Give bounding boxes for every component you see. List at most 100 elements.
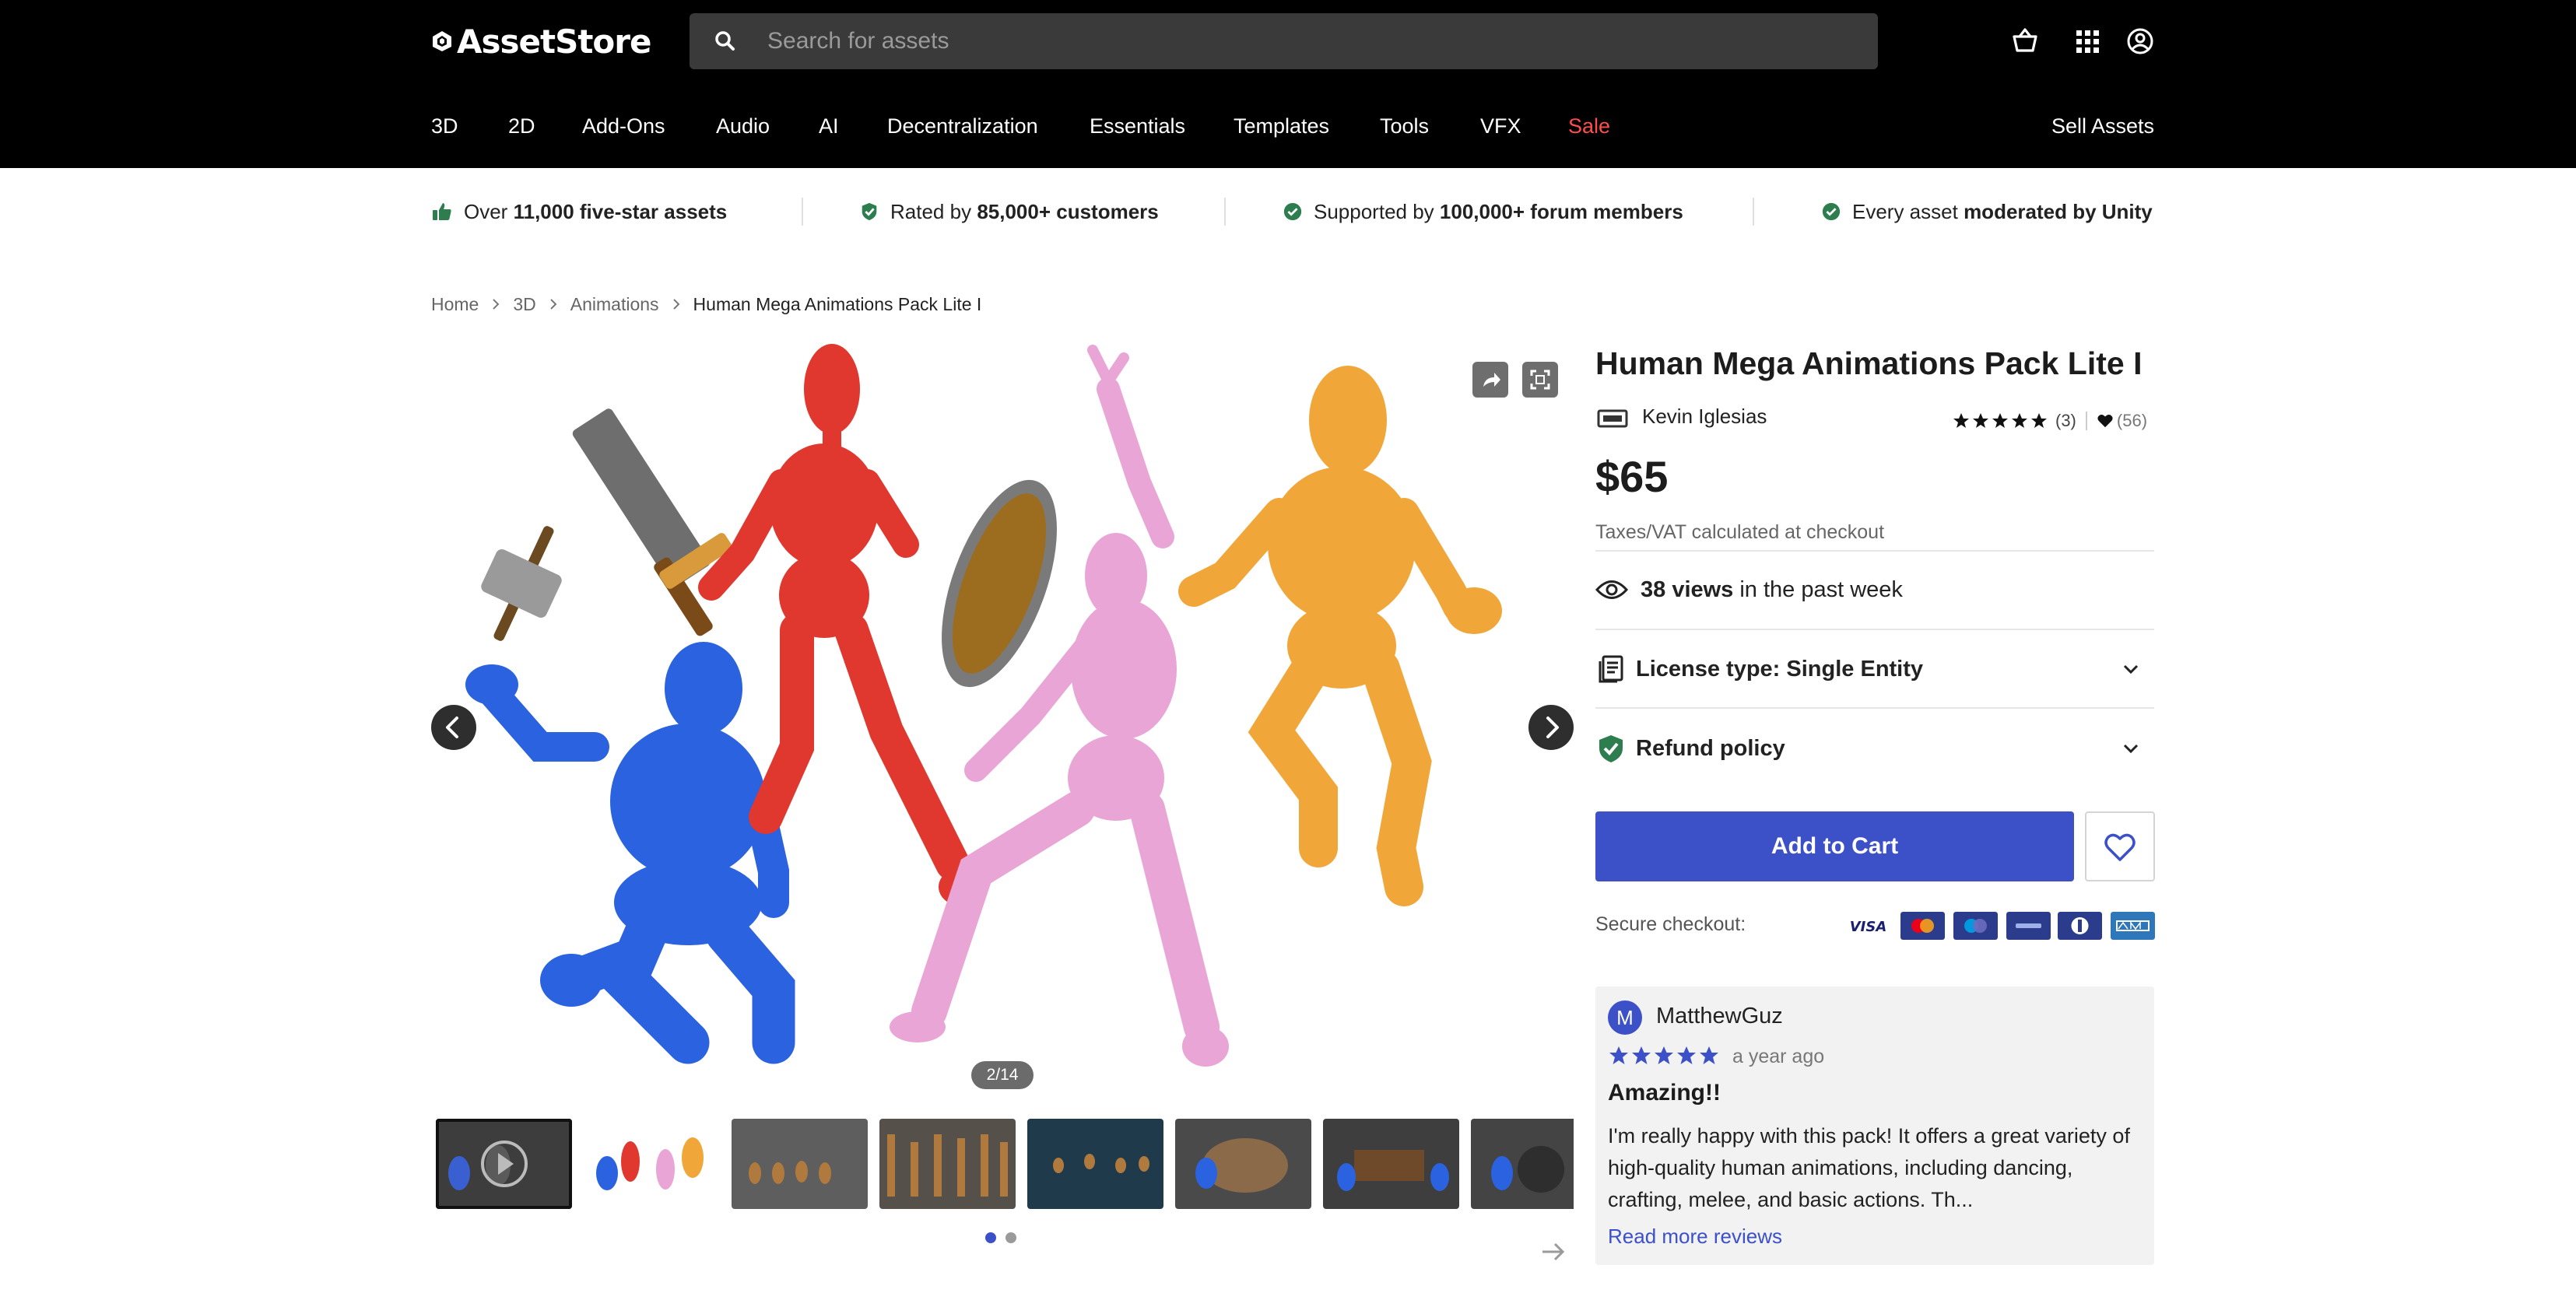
- fullscreen-icon: [1530, 370, 1550, 390]
- paypal-icon: [2006, 912, 2051, 940]
- thumbnail-image: [879, 1119, 1016, 1209]
- trust-bold: 85,000+ customers: [977, 199, 1159, 223]
- thumbnail-image: [1175, 1119, 1311, 1209]
- chevron-right-icon: [493, 299, 500, 310]
- chevron-down-icon: [2123, 664, 2139, 675]
- thumbnail-video[interactable]: [436, 1119, 572, 1209]
- thumbnail-image: [1323, 1119, 1459, 1209]
- thumbnail-image: [1471, 1119, 1574, 1209]
- thumbnail-6[interactable]: [1175, 1119, 1311, 1209]
- nav-vfx[interactable]: VFX: [1480, 109, 1521, 143]
- breadcrumb-3d[interactable]: 3D: [513, 294, 535, 315]
- share-icon: [1483, 373, 1500, 387]
- nav-sale[interactable]: Sale: [1568, 109, 1610, 143]
- license-label: License type: Single Entity: [1636, 656, 1924, 682]
- product-title: Human Mega Animations Pack Lite I: [1595, 345, 2143, 381]
- search-icon: [715, 31, 735, 51]
- thumbnail-pagination: [985, 1232, 1016, 1243]
- secure-checkout-label: Secure checkout:: [1595, 913, 1746, 935]
- nav-templates[interactable]: Templates: [1234, 109, 1329, 143]
- reviewer-avatar: M: [1608, 1000, 1642, 1035]
- review-rating: [1608, 1044, 1721, 1067]
- breadcrumb: Home 3D Animations Human Mega Animations…: [431, 291, 981, 317]
- thumbnail-2[interactable]: [584, 1119, 720, 1209]
- price: $65: [1595, 452, 1669, 501]
- refund-policy-accordion[interactable]: Refund policy: [1595, 725, 2154, 772]
- sell-assets-link[interactable]: Sell Assets: [2051, 109, 2154, 143]
- add-to-cart-button[interactable]: Add to Cart: [1595, 811, 2074, 881]
- favorites-count: (56): [2116, 411, 2148, 430]
- star-rating-icon: [1953, 413, 2047, 428]
- thumbnail-4[interactable]: [879, 1119, 1016, 1209]
- asset-store-logo[interactable]: AssetStore: [430, 20, 651, 62]
- trust-prefix: Every asset: [1852, 199, 1958, 223]
- svg-text:VISA: VISA: [1850, 919, 1887, 935]
- trust-item-customers: Rated by 85,000+ customers: [859, 198, 1159, 226]
- arrow-right-icon[interactable]: [1539, 1240, 1567, 1263]
- trust-prefix: Supported by: [1314, 199, 1434, 223]
- share-button[interactable]: [1472, 362, 1508, 398]
- check-circle-icon: [1283, 202, 1302, 221]
- trust-prefix: Over: [464, 199, 508, 223]
- nav-tools[interactable]: Tools: [1380, 109, 1429, 143]
- account-icon[interactable]: [2125, 26, 2156, 57]
- wishlist-button[interactable]: [2085, 811, 2155, 881]
- search-input[interactable]: [767, 13, 1857, 69]
- maestro-icon: [1953, 912, 1998, 940]
- diners-club-icon: [2058, 912, 2102, 940]
- thumbnail-image: [1027, 1119, 1163, 1209]
- chevron-right-icon: [550, 299, 557, 310]
- cart-icon[interactable]: [2009, 26, 2041, 57]
- fullscreen-button[interactable]: [1522, 362, 1558, 398]
- publisher-logo-icon[interactable]: [1597, 406, 1628, 429]
- check-circle-icon: [1822, 202, 1841, 221]
- thumbnail-5[interactable]: [1027, 1119, 1163, 1209]
- breadcrumb-home[interactable]: Home: [431, 294, 479, 315]
- check-shield-icon: [1599, 735, 1623, 762]
- review-card: M MatthewGuz a year ago Amazing!! I'm re…: [1595, 986, 2154, 1265]
- previous-image-button[interactable]: [431, 705, 476, 750]
- visa-icon: VISA: [1846, 912, 1890, 940]
- nav-3d[interactable]: 3D: [431, 109, 458, 143]
- nav-decentralization[interactable]: Decentralization: [887, 109, 1038, 143]
- trust-item-five-star: Over 11,000 five-star assets: [431, 198, 727, 226]
- nav-essentials[interactable]: Essentials: [1090, 109, 1185, 143]
- nav-audio[interactable]: Audio: [716, 109, 770, 143]
- rating-summary[interactable]: (3) (56): [1952, 409, 2147, 433]
- nav-add-ons[interactable]: Add-Ons: [582, 109, 665, 143]
- views-count: 38 views: [1641, 576, 1734, 602]
- category-nav: 3D 2D Add-Ons Audio AI Decentralization …: [0, 109, 2576, 143]
- divider: [1595, 550, 2154, 552]
- thumbnail-3[interactable]: [732, 1119, 868, 1209]
- publisher-name[interactable]: Kevin Iglesias: [1642, 405, 1767, 429]
- read-more-reviews-link[interactable]: Read more reviews: [1608, 1225, 1782, 1249]
- video-thumbnail-image: [436, 1119, 572, 1209]
- trust-bold: moderated by Unity: [1964, 199, 2153, 223]
- top-header: AssetStore 3D 2D Add-Ons Audio AI Decent…: [0, 0, 2576, 168]
- page-dot-active[interactable]: [985, 1232, 996, 1243]
- divider: [1753, 198, 1754, 226]
- trust-item-moderated: Every asset moderated by Unity: [1821, 198, 2153, 226]
- review-title: Amazing!!: [1608, 1080, 1721, 1106]
- trust-prefix: Rated by: [890, 199, 972, 223]
- thumbnail-8[interactable]: [1471, 1119, 1574, 1209]
- apps-grid-icon[interactable]: [2072, 26, 2103, 57]
- star-rating-icon: [1609, 1046, 1718, 1064]
- orange-mannequin: [1178, 366, 1502, 906]
- search-bar[interactable]: [690, 13, 1878, 69]
- trust-bold: 100,000+ forum members: [1439, 199, 1683, 223]
- trust-bar: Over 11,000 five-star assets Rated by 85…: [0, 168, 2576, 254]
- next-image-button[interactable]: [1528, 705, 1574, 750]
- chevron-right-icon: [1546, 717, 1559, 738]
- divider: [2085, 412, 2087, 430]
- license-type-accordion[interactable]: License type: Single Entity: [1595, 646, 2154, 692]
- mastercard-icon: [1900, 912, 1945, 940]
- trust-item-forum: Supported by 100,000+ forum members: [1283, 198, 1683, 226]
- nav-ai[interactable]: AI: [819, 109, 839, 143]
- thumbnail-7[interactable]: [1323, 1119, 1459, 1209]
- nav-2d[interactable]: 2D: [508, 109, 535, 143]
- breadcrumb-animations[interactable]: Animations: [570, 294, 659, 315]
- views-info: 38 views in the past week: [1595, 573, 1903, 607]
- page-dot[interactable]: [1005, 1232, 1016, 1243]
- gallery-main-image[interactable]: [431, 342, 1574, 1091]
